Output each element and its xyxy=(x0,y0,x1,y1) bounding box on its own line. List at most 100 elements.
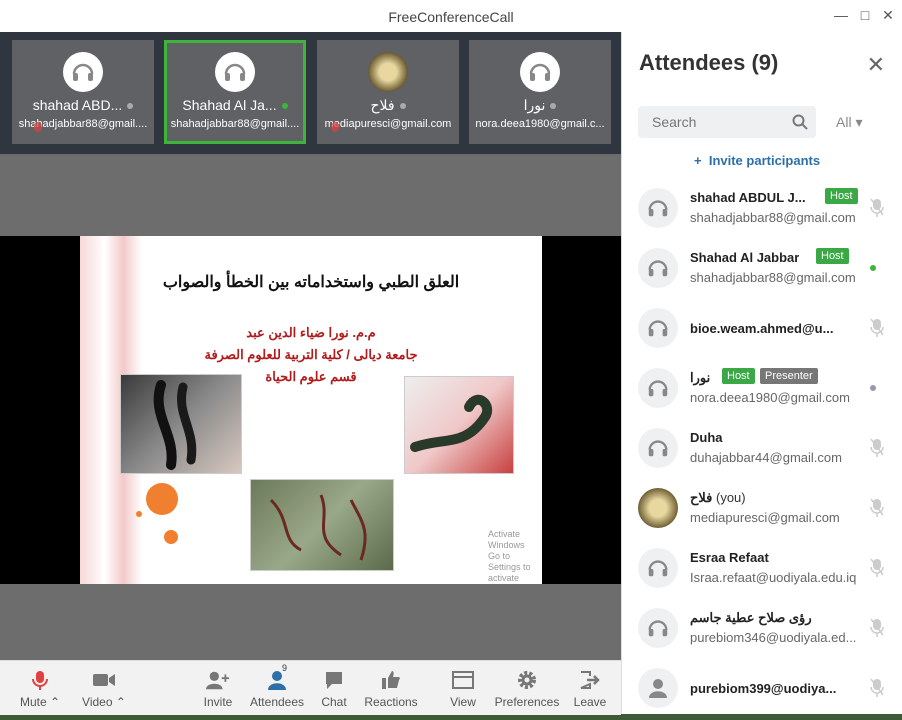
attendees-panel: Attendees (9) ✕ All ▾ + Invite participa… xyxy=(621,32,902,714)
invite-participants-link[interactable]: + Invite participants xyxy=(694,153,820,168)
headset-icon xyxy=(638,248,678,288)
attendee-row[interactable]: رؤى صلاح عطية جاسم purebiom346@uodiyala.… xyxy=(622,600,902,660)
attendee-name-text: فلاح xyxy=(690,490,713,505)
chat-button[interactable]: Chat xyxy=(318,661,350,715)
reactions-button[interactable]: Reactions xyxy=(362,661,420,715)
mic-off-icon xyxy=(870,198,884,223)
attendee-row[interactable]: purebiom399@uodiya... xyxy=(622,660,902,720)
chat-label: Chat xyxy=(321,695,347,709)
attendee-name: Esraa Refaat xyxy=(690,550,769,565)
invite-button[interactable]: Invite xyxy=(198,661,238,715)
mic-muted-icon xyxy=(28,669,52,691)
chevron-up-icon[interactable]: ⌃ xyxy=(116,695,126,709)
host-badge: Host xyxy=(825,188,858,204)
filter-dropdown[interactable]: All ▾ xyxy=(836,114,862,131)
participant-tile[interactable]: shahad ABD... shahadjabbar88@gmail.... xyxy=(12,40,154,144)
attendee-email: nora.deea1980@gmail.com xyxy=(690,390,850,405)
leave-label: Leave xyxy=(573,695,607,709)
attendee-email: Israa.refaat@uodiyala.edu.iq xyxy=(690,570,857,585)
mute-button[interactable]: Mute ⌃ xyxy=(12,661,68,715)
activation-watermark: Activate Windows Go to Settings to activ… xyxy=(488,529,542,584)
attendee-row[interactable]: Shahad Al Jabbar Host shahadjabbar88@gma… xyxy=(622,240,902,300)
attendees-count-badge: 9 xyxy=(282,663,288,673)
deco-circle xyxy=(136,511,142,517)
attendee-row[interactable]: نورا Host Presenter nora.deea1980@gmail.… xyxy=(622,360,902,420)
status-dot xyxy=(550,103,557,110)
mic-off-icon xyxy=(870,318,884,343)
headset-icon xyxy=(638,428,678,468)
mic-off-icon xyxy=(870,438,884,463)
presentation-slide: العلق الطبي واستخداماته بين الخطأ والصوا… xyxy=(80,236,542,584)
watermark-line: Activate Windows xyxy=(488,529,525,550)
headset-icon xyxy=(638,308,678,348)
gear-icon xyxy=(515,669,539,691)
seal-avatar xyxy=(368,52,408,92)
mic-off-icon[interactable] xyxy=(870,498,884,523)
muted-mic-icon xyxy=(331,122,339,132)
status-dot xyxy=(127,103,134,110)
participant-tile[interactable]: نورا nora.deea1980@gmail.c... xyxy=(469,40,611,144)
presenter-badge: Presenter xyxy=(760,368,818,384)
headset-icon xyxy=(638,548,678,588)
meeting-toolbar: Mute ⌃ Video ⌃ Invite 9 Attendees Chat R… xyxy=(0,660,621,715)
preferences-label: Preferences xyxy=(494,695,560,709)
meeting-area: shahad ABD... shahadjabbar88@gmail.... S… xyxy=(0,32,621,715)
reactions-label: Reactions xyxy=(364,695,418,709)
tile-email: shahadjabbar88@gmail.... xyxy=(170,118,300,130)
attendees-button[interactable]: 9 Attendees xyxy=(246,661,308,715)
tile-name: نورا xyxy=(523,97,546,113)
tile-name: Shahad Al Ja... xyxy=(182,97,277,113)
caret-down-icon: ▾ xyxy=(855,114,863,130)
attendee-email: shahadjabbar88@gmail.com xyxy=(690,210,856,225)
attendee-email: mediapuresci@gmail.com xyxy=(690,510,840,525)
host-badge: Host xyxy=(722,368,755,384)
host-badge: Host xyxy=(816,248,849,264)
tile-email: nora.deea1980@gmail.c... xyxy=(475,118,605,130)
plus-icon: + xyxy=(694,153,702,168)
mic-off-icon xyxy=(870,618,884,643)
attendee-name: نورا xyxy=(690,370,711,385)
close-window-icon[interactable]: ✕ xyxy=(881,8,895,22)
attendee-row[interactable]: فلاح (you) mediapuresci@gmail.com xyxy=(622,480,902,540)
deco-circle xyxy=(164,530,178,544)
attendee-row[interactable]: bioe.weam.ahmed@u... xyxy=(622,300,902,360)
chevron-up-icon[interactable]: ⌃ xyxy=(50,695,60,709)
add-person-icon xyxy=(206,669,230,691)
leech-photo xyxy=(250,479,394,571)
close-panel-icon[interactable]: ✕ xyxy=(867,52,885,78)
attendee-row[interactable]: shahad ABDUL J... Host shahadjabbar88@gm… xyxy=(622,180,902,240)
maximize-icon[interactable]: □ xyxy=(858,8,872,22)
video-camera-icon xyxy=(92,669,116,691)
attendee-row[interactable]: Esraa Refaat Israa.refaat@uodiyala.edu.i… xyxy=(622,540,902,600)
attendee-email: purebiom346@uodiyala.ed... xyxy=(690,630,857,645)
attendee-name: bioe.weam.ahmed@u... xyxy=(690,321,834,336)
headset-icon xyxy=(215,52,255,92)
status-dot xyxy=(870,385,876,391)
view-label: View xyxy=(450,695,476,709)
screen-share: العلق الطبي واستخداماته بين الخطأ والصوا… xyxy=(0,236,621,584)
participant-tile-active[interactable]: Shahad Al Ja... shahadjabbar88@gmail.... xyxy=(164,40,306,144)
video-label: Video xyxy=(82,695,113,709)
panel-title: Attendees (9) xyxy=(639,50,779,75)
minimize-icon[interactable]: — xyxy=(834,8,848,22)
chat-bubble-icon xyxy=(322,669,346,691)
status-dot xyxy=(281,103,288,110)
stage-padding xyxy=(0,584,621,660)
muted-mic-icon xyxy=(34,122,42,132)
invite-label: Invite xyxy=(203,695,233,709)
slide-title: العلق الطبي واستخداماته بين الخطأ والصوا… xyxy=(162,274,460,291)
view-button[interactable]: View xyxy=(448,661,478,715)
participant-tile[interactable]: فلاح mediapuresci@gmail.com xyxy=(317,40,459,144)
attendee-name: Shahad Al Jabbar xyxy=(690,250,800,265)
slide-university: جامعة ديالى / كلية التربية للعلوم الصرفة xyxy=(204,347,418,362)
leave-button[interactable]: Leave xyxy=(570,661,610,715)
search-input[interactable] xyxy=(638,106,816,138)
attendee-row[interactable]: Duha duhajabbar44@gmail.com xyxy=(622,420,902,480)
slide-author: م.م. نورا ضياء الدين عبد xyxy=(246,325,376,340)
video-button[interactable]: Video ⌃ xyxy=(76,661,132,715)
preferences-button[interactable]: Preferences xyxy=(492,661,562,715)
attendee-name: purebiom399@uodiya... xyxy=(690,681,837,696)
leech-photo xyxy=(120,374,242,474)
tile-name: shahad ABD... xyxy=(32,97,123,113)
search-icon[interactable] xyxy=(792,114,808,135)
